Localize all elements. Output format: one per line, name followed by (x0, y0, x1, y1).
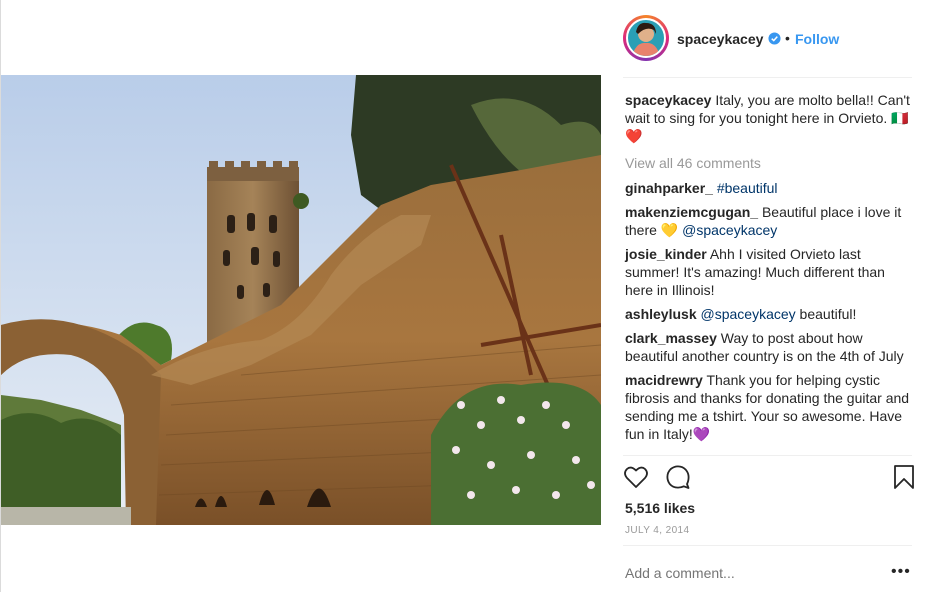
follow-button[interactable]: Follow (795, 31, 839, 47)
comments-list: spaceykacey Italy, you are molto bella!!… (625, 91, 915, 449)
comment-username[interactable]: ginahparker_ (625, 180, 713, 196)
comment-username[interactable]: clark_massey (625, 330, 717, 346)
comment-item: makenziemcgugan_ Beautiful place i love … (625, 203, 915, 239)
heart-icon[interactable] (623, 464, 649, 490)
story-ring[interactable] (623, 15, 669, 61)
comment-item: josie_kinder Ahh I visited Orvieto last … (625, 245, 915, 299)
caption: spaceykacey Italy, you are molto bella!!… (625, 91, 915, 145)
comment-username[interactable]: makenziemcgugan_ (625, 204, 758, 220)
post-header: spaceykacey • Follow (601, 0, 935, 77)
comment-hashtag[interactable]: #beautiful (717, 180, 778, 196)
more-options-button[interactable]: ••• (891, 563, 911, 581)
comment-mention[interactable]: @spaceykacey (682, 222, 777, 238)
orvieto-photo-image (1, 75, 601, 525)
divider (623, 455, 912, 456)
comment-item: clark_massey Way to post about how beaut… (625, 329, 915, 365)
comment-icon[interactable] (665, 464, 691, 490)
divider (623, 545, 912, 546)
add-comment-input[interactable] (625, 565, 865, 581)
comment-username[interactable]: ashleylusk (625, 306, 697, 322)
header-username[interactable]: spaceykacey (677, 31, 763, 47)
comment-username[interactable]: josie_kinder (625, 246, 707, 262)
verified-badge-icon (768, 32, 781, 45)
post-side-panel: spaceykacey • Follow spaceykacey Italy, … (601, 0, 935, 592)
comment-username[interactable]: macidrewry (625, 372, 703, 388)
view-all-comments-link[interactable]: View all 46 comments (625, 154, 915, 172)
comment-item: macidrewry Thank you for helping cystic … (625, 371, 915, 443)
comment-item: ginahparker_ #beautiful (625, 179, 915, 197)
likes-count[interactable]: 5,516 likes (625, 500, 695, 516)
separator-dot: • (785, 30, 790, 46)
post-date[interactable]: JULY 4, 2014 (625, 525, 689, 536)
caption-username[interactable]: spaceykacey (625, 92, 711, 108)
comment-text: beautiful! (799, 306, 857, 322)
avatar[interactable] (626, 18, 666, 58)
comment-item: ashleylusk @spaceykacey beautiful! (625, 305, 915, 323)
divider (623, 77, 912, 78)
post-photo[interactable] (1, 75, 601, 525)
action-bar (623, 464, 915, 492)
comment-mention[interactable]: @spaceykacey (701, 306, 796, 322)
bookmark-icon[interactable] (891, 464, 917, 490)
